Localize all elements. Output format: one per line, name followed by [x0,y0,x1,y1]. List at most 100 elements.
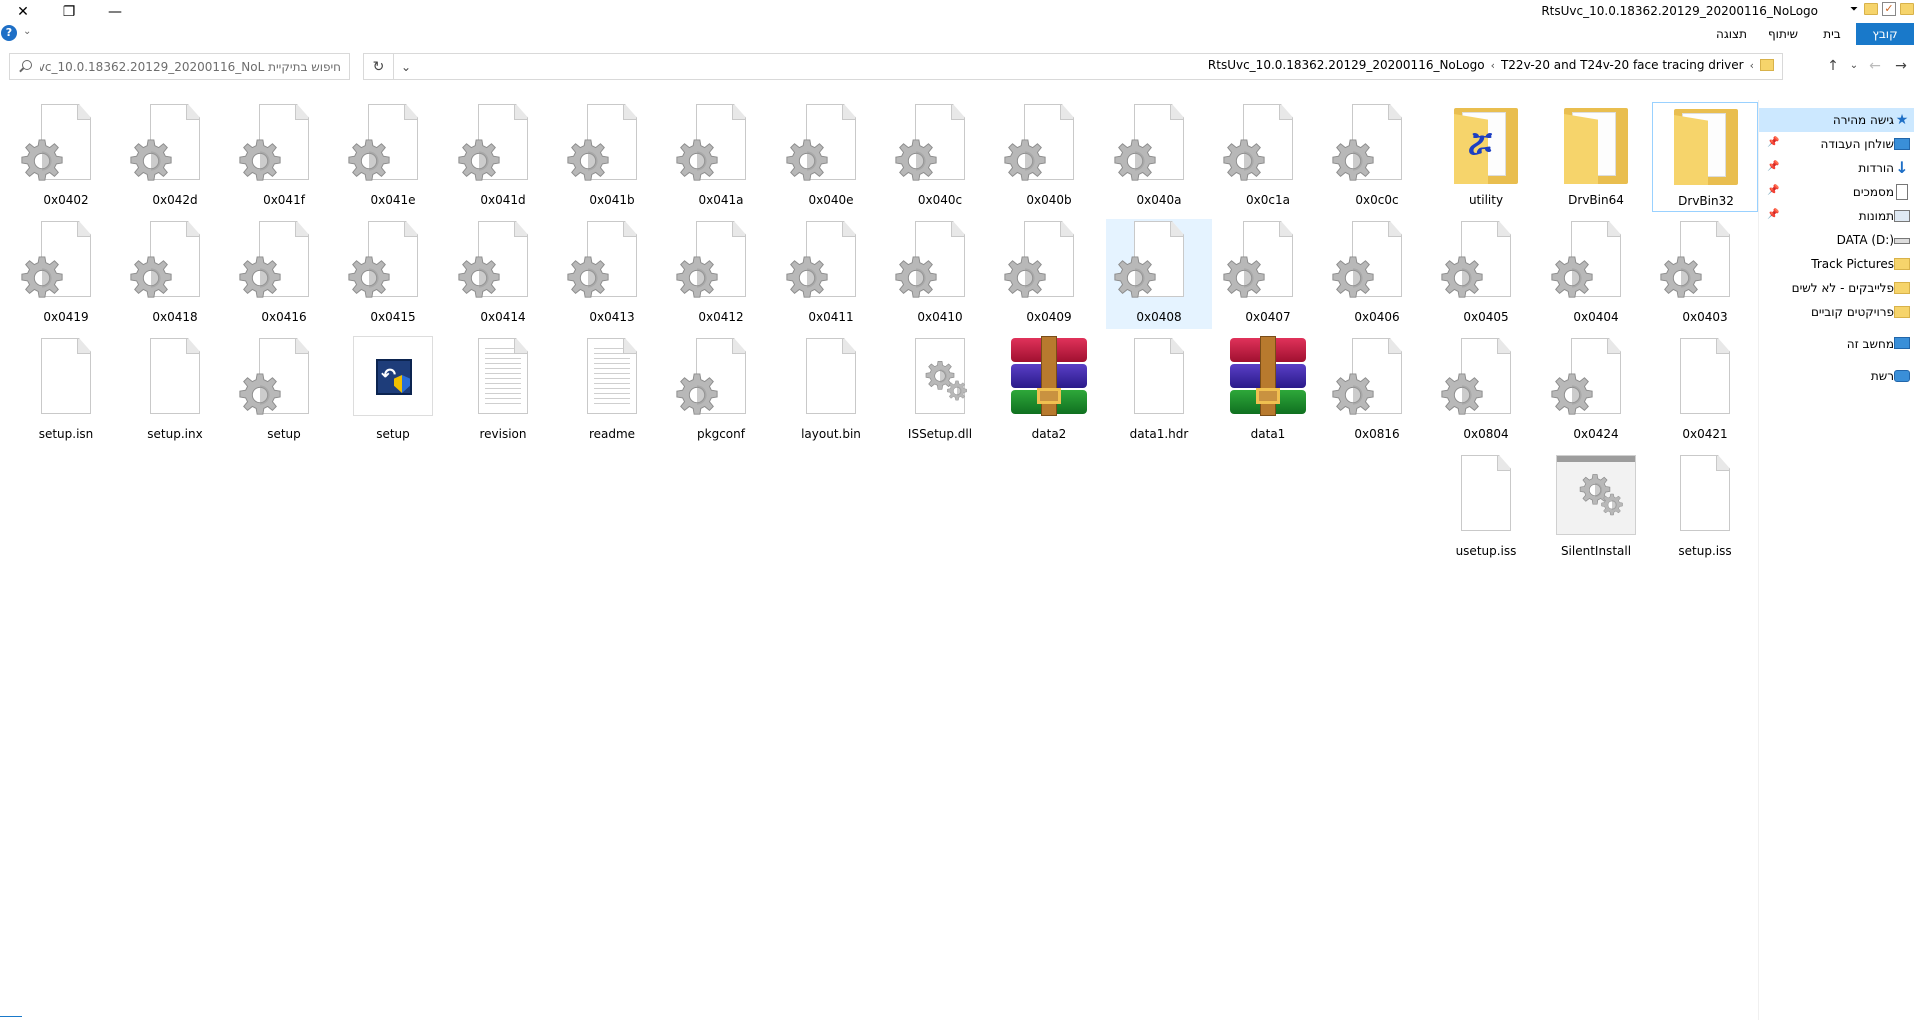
file-item[interactable]: 0x040a [1106,102,1212,212]
file-item[interactable]: 0x041f [231,102,337,212]
file-thumbnail: ሯ [1446,102,1526,190]
file-item[interactable]: data1 [1215,336,1321,446]
pin-icon[interactable]: 📌 [1767,138,1779,148]
file-item[interactable]: SilentInstall [1543,453,1649,563]
file-item[interactable]: setup [231,336,337,446]
file-item[interactable]: revision [450,336,556,446]
file-item[interactable]: 0x0c1a [1215,102,1321,212]
file-item[interactable]: setup.isn [13,336,119,446]
file-item[interactable]: 0x040b [996,102,1102,212]
file-item[interactable]: 0x0410 [887,219,993,329]
nav-item-downloads[interactable]: 📌 הורדות ↓ [1759,156,1914,180]
file-item[interactable]: data1.hdr [1106,336,1212,446]
file-item[interactable]: setup.iss [1652,453,1758,563]
file-item[interactable]: readme [559,336,665,446]
file-name: 0x041d [480,193,526,207]
qat-dropdown-icon[interactable]: ⏷ [1848,4,1860,15]
nav-item-playbacks[interactable]: פלייבקים - לא לשים [1759,276,1914,300]
file-item[interactable]: ↶ setup [340,336,446,446]
breadcrumb: RtsUvc_10.0.18362.20129_20200116_NoLogo … [1208,58,1774,72]
file-item[interactable]: 0x041b [559,102,665,212]
help-icon[interactable]: ? [1,25,17,41]
forward-button[interactable]: ← [1862,56,1888,76]
file-item[interactable]: 0x041e [340,102,446,212]
file-item[interactable]: 0x041d [450,102,556,212]
file-item[interactable]: 0x0804 [1433,336,1539,446]
pin-icon[interactable]: 📌 [1767,186,1779,196]
file-thumbnail [786,219,871,307]
nav-item-quick-access[interactable]: גישה מהירה ★ [1759,108,1914,132]
new-folder-icon[interactable] [1864,3,1878,15]
file-item[interactable]: 0x0403 [1652,219,1758,329]
file-item[interactable]: DrvBin32 [1652,102,1758,212]
pin-icon[interactable]: 📌 [1767,162,1779,172]
up-button[interactable]: ↑ [1820,56,1846,76]
file-item[interactable]: DrvBin64 [1543,102,1649,212]
file-item[interactable]: 0x0408 [1106,219,1212,329]
nav-item-cube-projects[interactable]: פרויקטים קוביים [1759,300,1914,324]
recent-locations-button[interactable]: ⌄ [1846,56,1862,76]
nav-item-track-pictures[interactable]: Track Pictures [1759,252,1914,276]
refresh-button[interactable]: ↻ [364,54,394,79]
file-item[interactable]: 0x0406 [1324,219,1430,329]
file-item[interactable]: 0x0402 [13,102,119,212]
file-item[interactable]: usetup.iss [1433,453,1539,563]
breadcrumb-item-current[interactable]: RtsUvc_10.0.18362.20129_20200116_NoLogo [1208,58,1485,72]
file-item[interactable]: 0x0414 [450,219,556,329]
file-item[interactable]: setup.inx [122,336,228,446]
breadcrumb-item-parent[interactable]: T22v-20 and T24v-20 face tracing driver [1501,58,1744,72]
file-item[interactable]: 0x0405 [1433,219,1539,329]
file-item[interactable]: 0x0413 [559,219,665,329]
file-item[interactable]: 0x0416 [231,219,337,329]
blank-file-icon [806,338,856,414]
file-item[interactable]: 0x0412 [668,219,774,329]
file-item[interactable]: data2 [996,336,1102,446]
nav-item-this-pc[interactable]: מחשב זה [1759,332,1914,356]
file-item[interactable]: 0x0816 [1324,336,1430,446]
file-item[interactable]: layout.bin [778,336,884,446]
file-thumbnail [1332,336,1417,424]
tab-home[interactable]: בית [1810,23,1854,45]
file-item[interactable]: 0x0404 [1543,219,1649,329]
file-item[interactable]: 0x0409 [996,219,1102,329]
restore-button[interactable]: ❐ [46,0,92,23]
file-item[interactable]: 0x0415 [340,219,446,329]
file-item[interactable]: 0x041a [668,102,774,212]
nav-item-desktop[interactable]: 📌 שולחן העבודה [1759,132,1914,156]
file-item[interactable]: 0x0c0c [1324,102,1430,212]
address-history-button[interactable]: ⌄ [394,54,418,79]
file-thumbnail: ↶ [353,336,433,424]
file-item[interactable]: ISSetup.dll [887,336,993,446]
chevron-left-icon[interactable]: ‹ [1750,59,1754,72]
nav-item-pictures[interactable]: 📌 תמונות [1759,204,1914,228]
file-item[interactable]: 0x0411 [778,219,884,329]
nav-item-network[interactable]: רשת [1759,364,1914,388]
file-item[interactable]: ሯ utility [1433,102,1539,212]
file-thumbnail [463,336,543,424]
file-item[interactable]: 0x0419 [13,219,119,329]
file-item[interactable]: 0x040e [778,102,884,212]
tab-view[interactable]: תצוגה [1706,23,1756,45]
file-item[interactable]: pkgconf [668,336,774,446]
pin-icon[interactable]: 📌 [1767,210,1779,220]
minimize-button[interactable]: — [92,0,138,23]
file-item[interactable]: 0x040c [887,102,993,212]
tab-share[interactable]: שיתוף [1758,23,1808,45]
file-item[interactable]: 0x042d [122,102,228,212]
properties-icon[interactable]: ✓ [1882,2,1896,16]
search-input[interactable]: חיפוש בתיקיית RtsUvc_10.0.18362.20129_20… [9,53,350,80]
chevron-left-icon[interactable]: ‹ [1491,59,1495,72]
file-name: 0x0403 [1682,310,1728,324]
nav-item-documents[interactable]: 📌 מסמכים [1759,180,1914,204]
tab-file[interactable]: קובץ [1856,23,1914,45]
file-thumbnail [1332,219,1417,307]
file-item[interactable]: 0x0421 [1652,336,1758,446]
nav-item-data-drive[interactable]: DATA (D:) [1759,228,1914,252]
file-item[interactable]: 0x0418 [122,219,228,329]
file-item[interactable]: 0x0407 [1215,219,1321,329]
close-button[interactable]: ✕ [0,0,46,23]
address-bar[interactable]: ↻ ⌄ RtsUvc_10.0.18362.20129_20200116_NoL… [363,53,1783,80]
back-button[interactable]: → [1888,56,1914,76]
file-item[interactable]: 0x0424 [1543,336,1649,446]
chevron-down-icon[interactable]: ⌄ [23,26,31,37]
